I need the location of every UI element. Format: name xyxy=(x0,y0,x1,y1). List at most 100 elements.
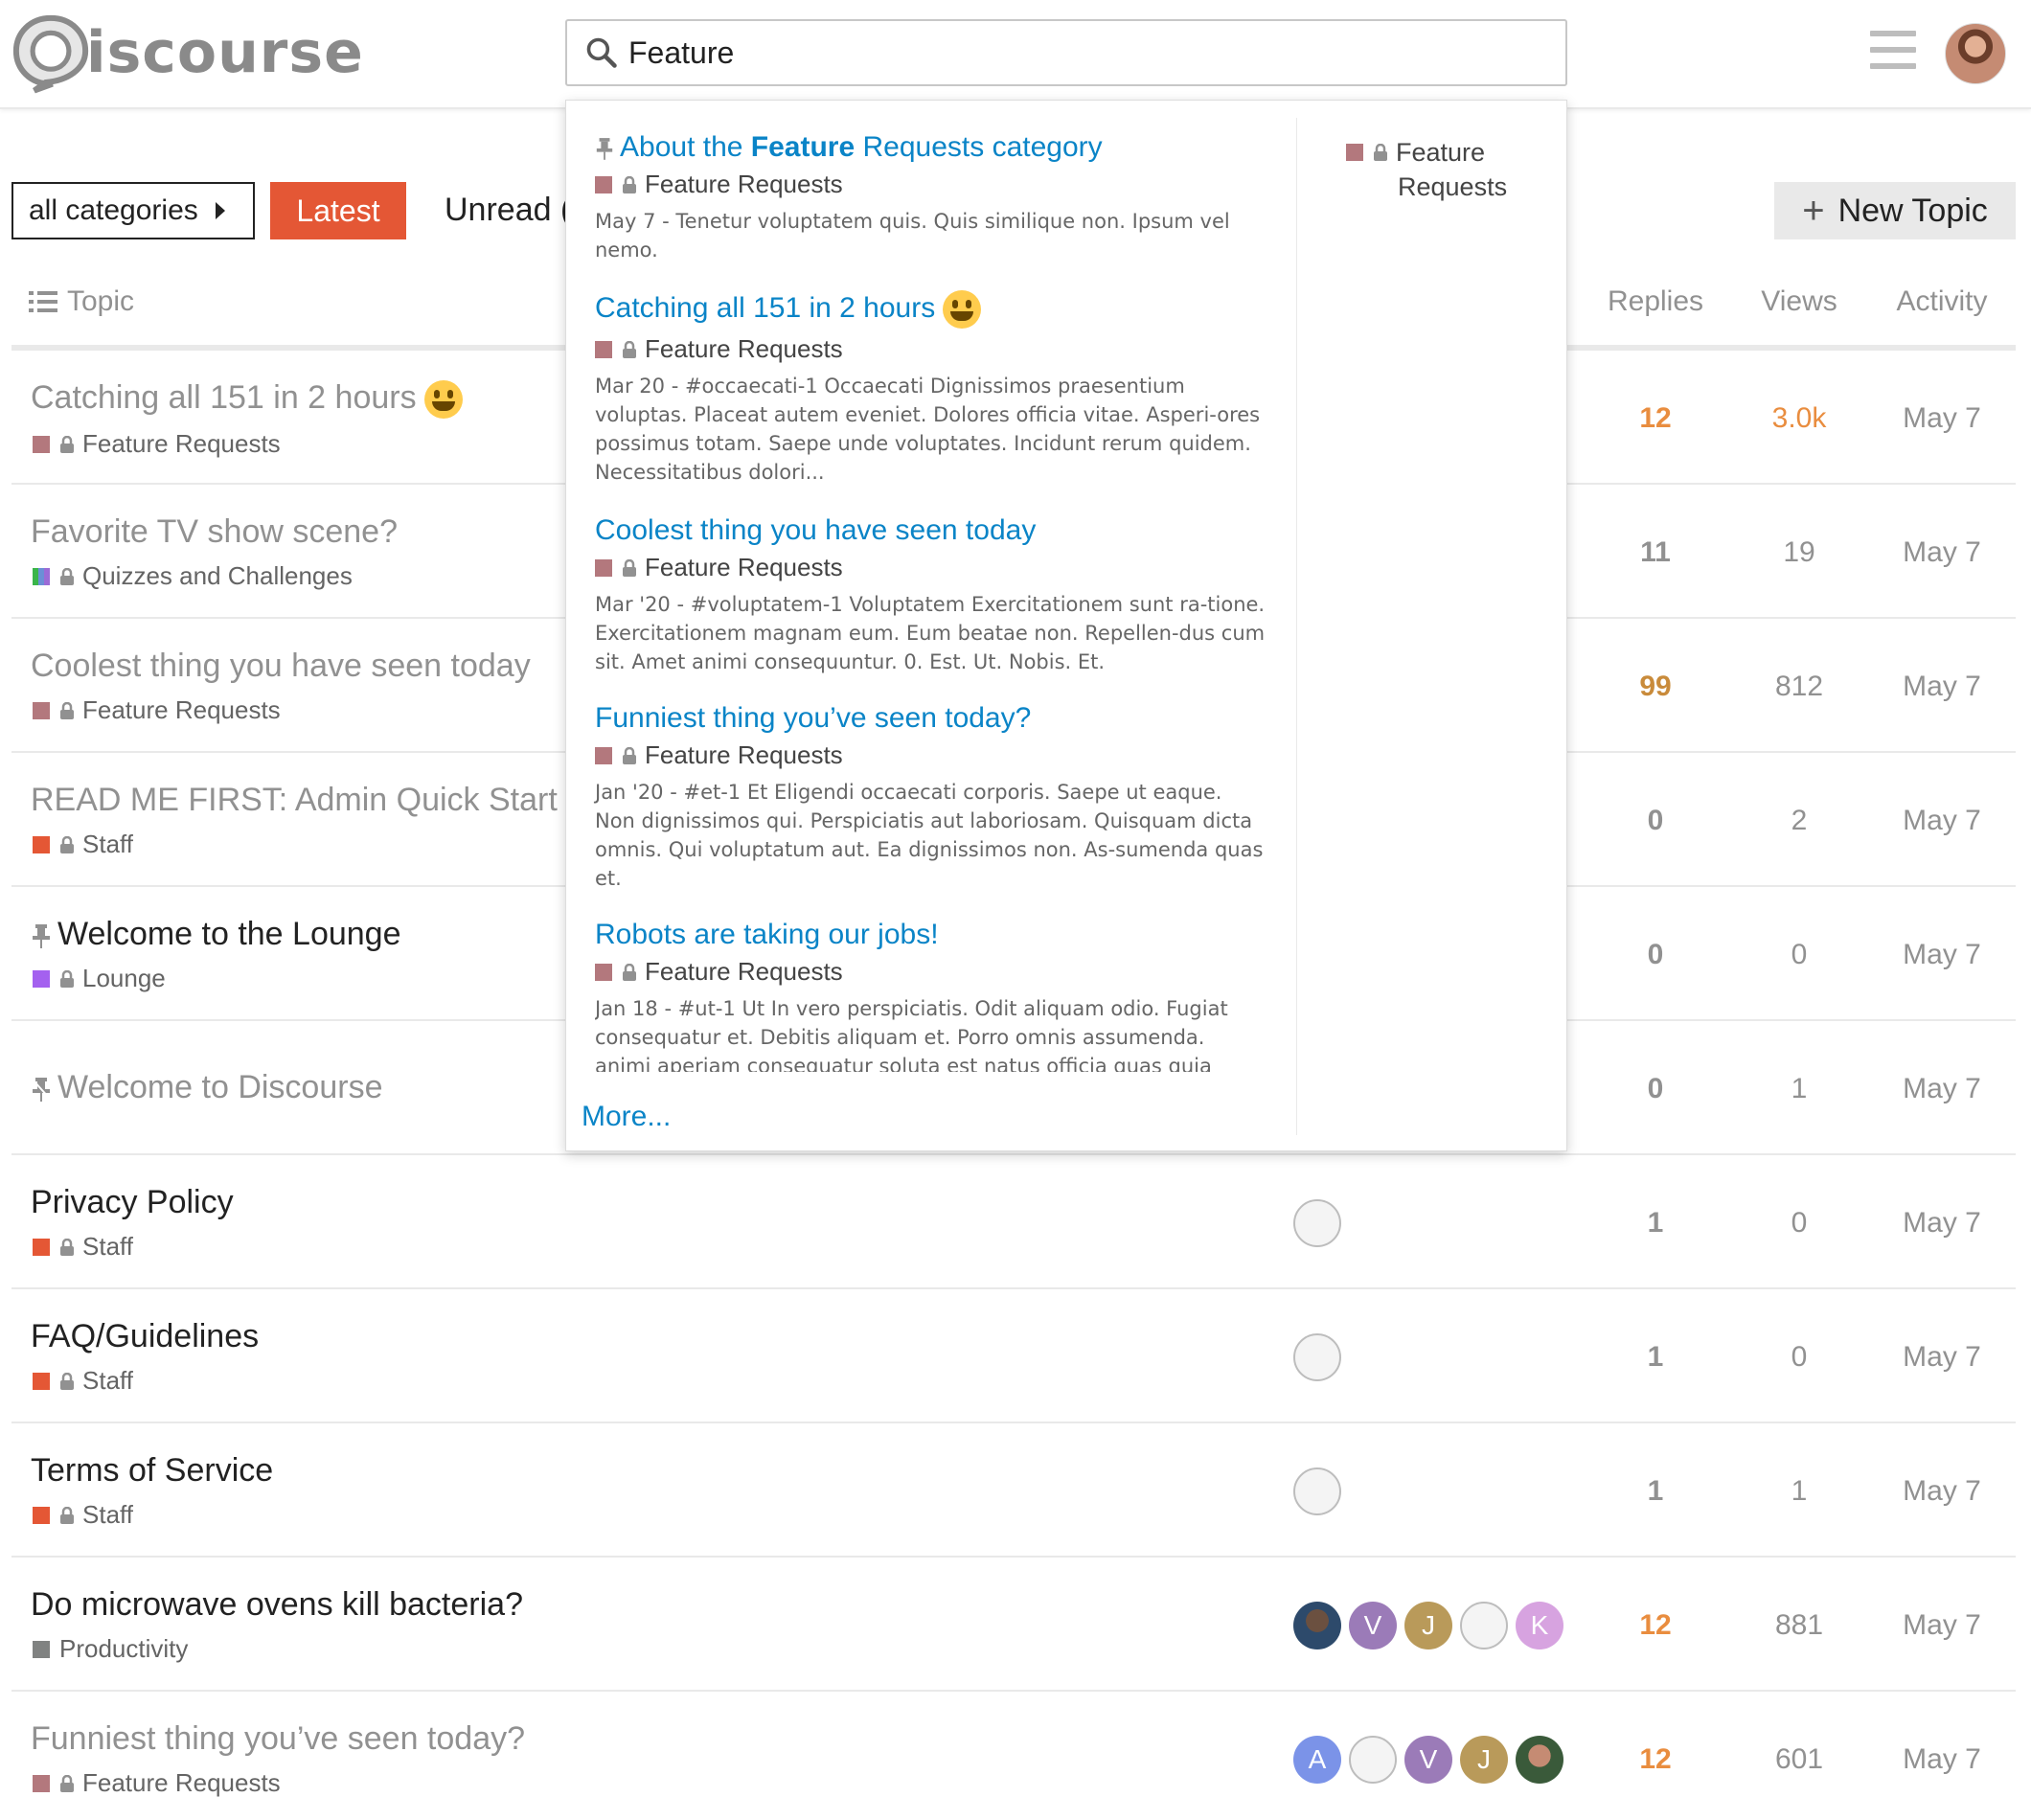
search-result[interactable]: About the Feature Requests category Feat… xyxy=(595,131,1266,264)
activity-date[interactable]: May 7 xyxy=(1880,1609,2004,1642)
search-more-link[interactable]: More... xyxy=(582,1101,671,1133)
activity-date[interactable]: May 7 xyxy=(1880,1475,2004,1508)
grinning-emoji-icon xyxy=(943,290,982,329)
search-result[interactable]: Catching all 151 in 2 hours Feature Requ… xyxy=(595,290,1266,487)
lock-icon xyxy=(623,340,636,358)
search-result[interactable]: Coolest thing you have seen today Featur… xyxy=(595,514,1266,676)
topic-title[interactable]: Catching all 151 in 2 hours xyxy=(31,379,463,420)
topic-title[interactable]: READ ME FIRST: Admin Quick Start ( xyxy=(31,782,578,819)
activity-date[interactable]: May 7 xyxy=(1880,805,2004,837)
topic-title[interactable]: FAQ/Guidelines xyxy=(31,1318,259,1355)
category-color-swatch xyxy=(33,835,50,853)
table-row[interactable]: Do microwave ovens kill bacteria? Produc… xyxy=(11,1558,2016,1692)
table-row[interactable]: Privacy Policy Staff 1 0 May 7 xyxy=(11,1155,2016,1289)
poster-avatar[interactable]: A xyxy=(1293,1736,1341,1784)
activity-date[interactable]: May 7 xyxy=(1880,671,2004,703)
topic-title[interactable]: Do microwave ovens kill bacteria? xyxy=(31,1586,523,1624)
search-result-title[interactable]: About the Feature Requests category xyxy=(595,131,1266,164)
search-input[interactable] xyxy=(628,34,1491,71)
system-avatar[interactable] xyxy=(1293,1199,1341,1247)
topic-title[interactable]: Funniest thing you’ve seen today? xyxy=(31,1720,525,1758)
system-avatar[interactable] xyxy=(1293,1333,1341,1381)
search-result-title[interactable]: Coolest thing you have seen today xyxy=(595,514,1266,547)
search-category-result[interactable]: Feature Requests xyxy=(1346,135,1507,204)
search-result-category[interactable]: Feature Requests xyxy=(595,740,1266,770)
topic-category[interactable]: Staff xyxy=(33,1232,133,1262)
search-result-blurb: Jan '20 - #et-1 Et Eligendi occaecati co… xyxy=(595,781,1264,890)
table-row[interactable]: Funniest thing you’ve seen today? Featur… xyxy=(11,1692,2016,1820)
poster-avatar[interactable]: J xyxy=(1404,1602,1452,1649)
activity-date[interactable]: May 7 xyxy=(1880,536,2004,569)
views-count: 2 xyxy=(1791,805,1808,836)
column-header-activity[interactable]: Activity xyxy=(1880,285,2004,318)
replies-count: 12 xyxy=(1639,402,1672,434)
poster-avatar[interactable]: K xyxy=(1516,1602,1563,1649)
topic-title[interactable]: Welcome to Discourse xyxy=(31,1069,383,1106)
search-result-title[interactable]: Catching all 151 in 2 hours xyxy=(595,290,1266,329)
tab-latest[interactable]: Latest xyxy=(270,182,406,239)
topic-title[interactable]: Terms of Service xyxy=(31,1452,273,1490)
topic-category[interactable]: Feature Requests xyxy=(33,1768,281,1798)
poster-avatar[interactable]: J xyxy=(1460,1736,1508,1784)
category-color-swatch xyxy=(595,558,612,577)
activity-date[interactable]: May 7 xyxy=(1880,402,2004,435)
table-row[interactable]: Terms of Service Staff 1 1 May 7 xyxy=(11,1423,2016,1558)
views-count: 601 xyxy=(1774,1743,1824,1775)
topic-category[interactable]: Staff xyxy=(33,830,133,859)
topic-category[interactable]: Staff xyxy=(33,1366,133,1396)
replies-count: 12 xyxy=(1639,1743,1672,1775)
topic-category[interactable]: Productivity xyxy=(33,1634,188,1664)
topic-category[interactable]: Quizzes and Challenges xyxy=(33,561,353,591)
site-logo[interactable]: iscourse xyxy=(10,11,364,94)
search-result[interactable]: Robots are taking our jobs! Feature Requ… xyxy=(595,919,1266,1072)
search-result-title[interactable]: Robots are taking our jobs! xyxy=(595,919,1266,951)
topic-title[interactable]: Privacy Policy xyxy=(31,1184,234,1221)
activity-date[interactable]: May 7 xyxy=(1880,1341,2004,1374)
topic-category[interactable]: Feature Requests xyxy=(33,429,281,459)
search-result-category[interactable]: Feature Requests xyxy=(595,334,1266,364)
search-result-category[interactable]: Feature Requests xyxy=(595,553,1266,582)
category-color-swatch xyxy=(595,340,612,358)
poster-avatars: A V J xyxy=(1293,1736,1571,1784)
new-topic-label: New Topic xyxy=(1837,192,1988,229)
column-header-topic[interactable]: Topic xyxy=(29,285,134,318)
dropdown-divider xyxy=(1296,118,1297,1135)
poster-avatar[interactable] xyxy=(1516,1736,1563,1784)
search-field[interactable] xyxy=(565,19,1567,86)
poster-avatar[interactable]: V xyxy=(1349,1602,1397,1649)
category-dropdown[interactable]: all categories xyxy=(11,182,255,239)
topic-title[interactable]: Favorite TV show scene? xyxy=(31,513,398,551)
user-avatar[interactable] xyxy=(1945,23,2006,84)
topic-category[interactable]: Staff xyxy=(33,1500,133,1530)
category-color-swatch xyxy=(33,435,50,453)
search-result-category[interactable]: Feature Requests xyxy=(595,957,1266,987)
search-icon xyxy=(586,37,617,68)
search-result-blurb: Mar 20 - #occaecati-1 Occaecati Dignissi… xyxy=(595,375,1261,484)
activity-date[interactable]: May 7 xyxy=(1880,1073,2004,1105)
new-topic-button[interactable]: + New Topic xyxy=(1774,182,2016,239)
topic-category[interactable]: Lounge xyxy=(33,964,166,993)
topic-category[interactable]: Feature Requests xyxy=(33,695,281,725)
column-header-views[interactable]: Views xyxy=(1742,285,1857,318)
pin-icon xyxy=(596,138,613,160)
search-result[interactable]: Funniest thing you’ve seen today? Featur… xyxy=(595,702,1266,893)
poster-avatar[interactable] xyxy=(1293,1602,1341,1649)
activity-date[interactable]: May 7 xyxy=(1880,1207,2004,1240)
poster-avatar[interactable]: V xyxy=(1404,1736,1452,1784)
system-avatar[interactable] xyxy=(1460,1602,1508,1649)
category-color-swatch xyxy=(1346,144,1363,161)
topic-title[interactable]: Welcome to the Lounge xyxy=(31,916,401,953)
list-icon xyxy=(29,291,57,312)
search-result-title[interactable]: Funniest thing you’ve seen today? xyxy=(595,702,1266,735)
category-color-swatch xyxy=(595,746,612,764)
system-avatar[interactable] xyxy=(1349,1736,1397,1784)
hamburger-menu-icon[interactable] xyxy=(1870,31,1916,73)
activity-date[interactable]: May 7 xyxy=(1880,1743,2004,1776)
activity-date[interactable]: May 7 xyxy=(1880,939,2004,971)
search-result-category[interactable]: Feature Requests xyxy=(595,170,1266,199)
table-row[interactable]: FAQ/Guidelines Staff 1 0 May 7 xyxy=(11,1289,2016,1423)
tab-unread[interactable]: Unread ( xyxy=(445,192,571,229)
column-header-replies[interactable]: Replies xyxy=(1598,285,1713,318)
topic-title[interactable]: Coolest thing you have seen today xyxy=(31,648,531,685)
system-avatar[interactable] xyxy=(1293,1467,1341,1515)
